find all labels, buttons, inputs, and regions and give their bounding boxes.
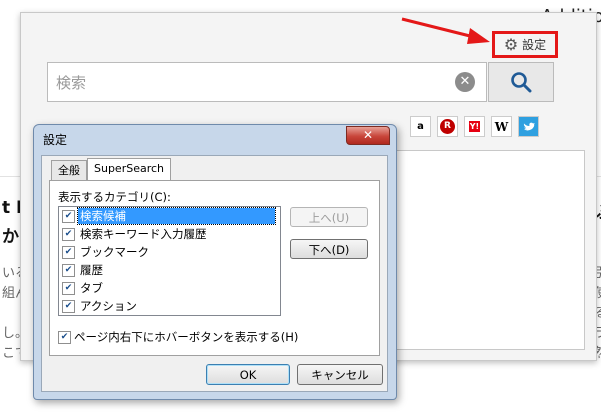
close-button[interactable]: ✕ (346, 126, 390, 145)
dialog-body: 全般 SuperSearch 表示するカテゴリ(C): ✔ 検索候補 ✔ 検索キ… (41, 155, 388, 392)
search-box: ✕ (47, 62, 487, 103)
move-up-button[interactable]: 上へ(U) (290, 207, 368, 227)
bird-icon (523, 122, 535, 130)
yahoo-icon[interactable]: Y! (464, 116, 485, 137)
list-item-label: 履歴 (80, 263, 103, 277)
checkbox[interactable]: ✔ (58, 330, 71, 344)
dialog-title: 設定 (43, 133, 68, 147)
settings-dialog: 設定 ✕ 全般 SuperSearch 表示するカテゴリ(C): ✔ 検索候補 … (33, 124, 397, 400)
annotation-arrow-icon (401, 17, 490, 44)
list-item[interactable]: ✔ ブックマーク (59, 243, 280, 261)
supersearch-panel: 表示するカテゴリ(C): ✔ 検索候補 ✔ 検索キーワード入力履歴 ✔ ブックマ… (49, 180, 380, 356)
search-input[interactable] (48, 63, 458, 103)
checkbox[interactable]: ✔ (62, 263, 75, 277)
list-item-label: アクション (80, 299, 137, 313)
list-item-label: 検索キーワード入力履歴 (80, 227, 207, 241)
list-item-label: 検索候補 (77, 207, 276, 225)
list-item[interactable]: ✔ 検索キーワード入力履歴 (59, 225, 280, 243)
hover-button-option[interactable]: ✔ ページ内右下にホバーボタンを表示する(H) (58, 329, 298, 345)
category-label: 表示するカテゴリ(C): (58, 190, 171, 204)
clear-icon[interactable]: ✕ (455, 72, 475, 92)
search-icon (511, 72, 532, 93)
amazon-icon[interactable]: a (410, 116, 431, 137)
tab-supersearch[interactable]: SuperSearch (87, 158, 172, 182)
twitter-icon[interactable] (518, 116, 539, 137)
wikipedia-icon[interactable]: W (491, 116, 512, 137)
gear-icon: ⚙ (503, 34, 519, 54)
cancel-button[interactable]: キャンセル (297, 364, 383, 385)
suggestion-area (395, 150, 585, 350)
list-item-label: タブ (80, 281, 103, 295)
hover-option-label: ページ内右下にホバーボタンを表示する(H) (74, 330, 299, 344)
checkbox[interactable]: ✔ (62, 299, 75, 313)
list-item[interactable]: ✔ アクション (59, 297, 280, 315)
checkbox[interactable]: ✔ (62, 209, 75, 223)
settings-label: 設定 (522, 38, 547, 52)
rakuten-icon[interactable]: R (437, 116, 458, 137)
checkbox[interactable]: ✔ (62, 281, 75, 295)
list-item-label: ブックマーク (80, 245, 149, 259)
checkbox[interactable]: ✔ (62, 227, 75, 241)
checkbox[interactable]: ✔ (62, 245, 75, 259)
settings-button[interactable]: ⚙ 設定 (492, 31, 558, 58)
background-heading: か (2, 227, 19, 247)
list-item[interactable]: ✔ 履歴 (59, 261, 280, 279)
search-button[interactable] (488, 62, 554, 102)
category-list[interactable]: ✔ 検索候補 ✔ 検索キーワード入力履歴 ✔ ブックマーク ✔ 履歴 ✔ タブ … (58, 206, 281, 316)
ok-button[interactable]: OK (206, 364, 290, 385)
tab-general[interactable]: 全般 (51, 160, 87, 181)
search-engine-bar: a R Y! W (410, 116, 539, 137)
list-item[interactable]: ✔ タブ (59, 279, 280, 297)
list-item[interactable]: ✔ 検索候補 (59, 207, 280, 225)
move-down-button[interactable]: 下へ(D) (290, 239, 368, 259)
